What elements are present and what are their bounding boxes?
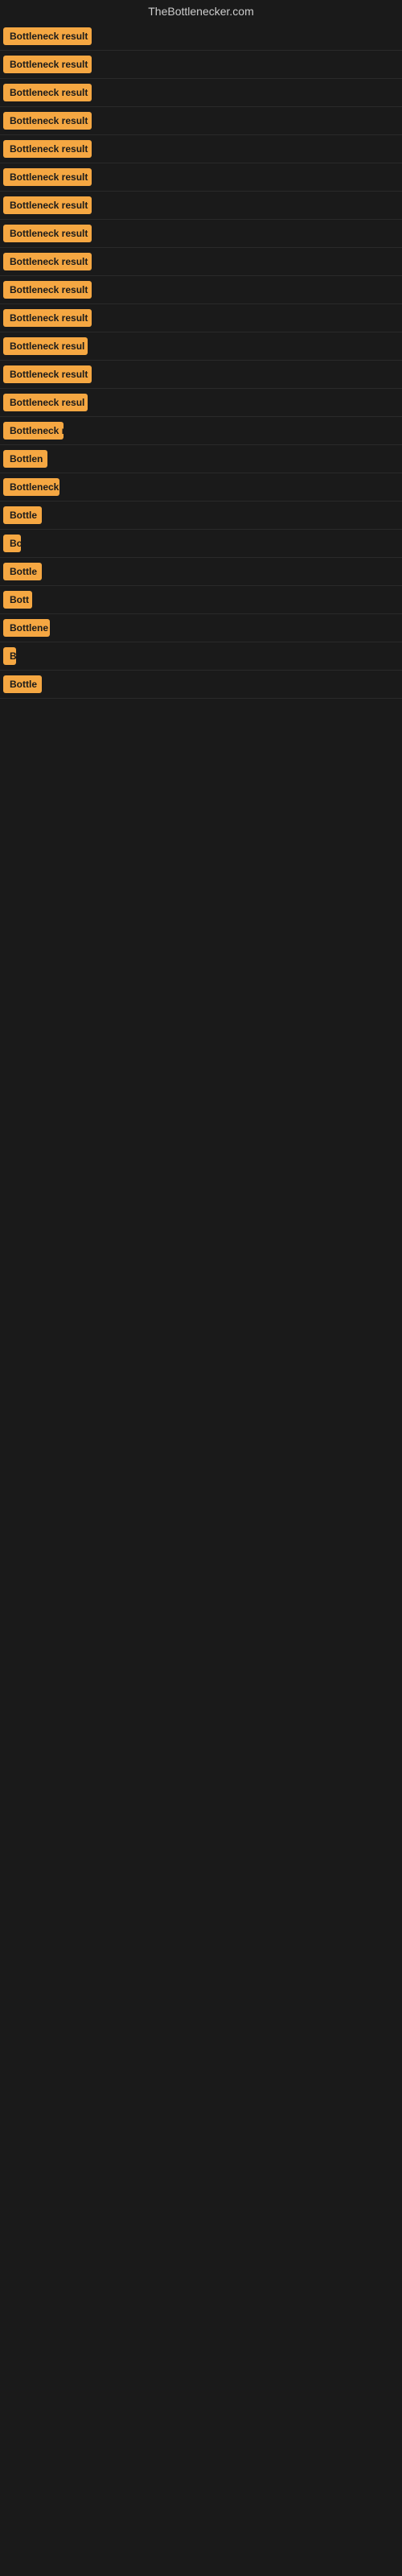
- list-item: Bottle: [0, 558, 402, 586]
- bottleneck-result-badge[interactable]: Bo: [3, 535, 21, 552]
- bottleneck-result-badge[interactable]: B: [3, 647, 16, 665]
- list-item: Bottleneck result: [0, 163, 402, 192]
- list-item: Bottleneck result: [0, 192, 402, 220]
- bottleneck-result-badge[interactable]: Bottle: [3, 506, 42, 524]
- list-item: Bottleneck result: [0, 276, 402, 304]
- site-header: TheBottlenecker.com: [0, 0, 402, 23]
- list-item: B: [0, 642, 402, 671]
- list-item: Bottleneck resul: [0, 389, 402, 417]
- bottleneck-result-badge[interactable]: Bottle: [3, 563, 42, 580]
- list-item: Bottleneck result: [0, 135, 402, 163]
- bottleneck-result-badge[interactable]: Bottle: [3, 675, 42, 693]
- bottleneck-result-badge[interactable]: Bottleneck result: [3, 225, 92, 242]
- bottleneck-result-badge[interactable]: Bott: [3, 591, 32, 609]
- list-item: Bottleneck result: [0, 248, 402, 276]
- bottleneck-result-badge[interactable]: Bottleneck result: [3, 56, 92, 73]
- bottleneck-result-badge[interactable]: Bottleneck result: [3, 309, 92, 327]
- bottleneck-result-badge[interactable]: Bottleneck resul: [3, 394, 88, 411]
- list-item: Bottleneck result: [0, 220, 402, 248]
- site-title: TheBottlenecker.com: [0, 0, 402, 23]
- bottleneck-result-badge[interactable]: Bottleneck: [3, 478, 59, 496]
- bottleneck-result-badge[interactable]: Bottleneck result: [3, 112, 92, 130]
- list-item: Bottleneck result: [0, 23, 402, 51]
- bottleneck-result-badge[interactable]: Bottleneck result: [3, 140, 92, 158]
- bottleneck-result-badge[interactable]: Bottlene: [3, 619, 50, 637]
- list-item: Bottle: [0, 502, 402, 530]
- bottleneck-result-badge[interactable]: Bottleneck result: [3, 281, 92, 299]
- bottleneck-result-badge[interactable]: Bottleneck result: [3, 253, 92, 270]
- bottleneck-result-badge[interactable]: Bottleneck result: [3, 365, 92, 383]
- list-item: Bottleneck result: [0, 304, 402, 332]
- bottleneck-result-badge[interactable]: Bottlen: [3, 450, 47, 468]
- results-list: Bottleneck result Bottleneck result Bottle…: [0, 23, 402, 699]
- bottleneck-result-badge[interactable]: Bottleneck r: [3, 422, 64, 440]
- list-item: Bottlene: [0, 614, 402, 642]
- bottleneck-result-badge[interactable]: Bottleneck result: [3, 84, 92, 101]
- list-item: Bottleneck result: [0, 107, 402, 135]
- list-item: Bottleneck r: [0, 417, 402, 445]
- bottleneck-result-badge[interactable]: Bottleneck result: [3, 27, 92, 45]
- list-item: Bottleneck: [0, 473, 402, 502]
- bottleneck-result-badge[interactable]: Bottleneck result: [3, 196, 92, 214]
- list-item: Bottleneck result: [0, 79, 402, 107]
- list-item: Bottleneck result: [0, 361, 402, 389]
- bottleneck-result-badge[interactable]: Bottleneck resul: [3, 337, 88, 355]
- list-item: Bottleneck resul: [0, 332, 402, 361]
- list-item: Bottleneck result: [0, 51, 402, 79]
- list-item: Bott: [0, 586, 402, 614]
- list-item: Bottle: [0, 671, 402, 699]
- list-item: Bo: [0, 530, 402, 558]
- list-item: Bottlen: [0, 445, 402, 473]
- bottleneck-result-badge[interactable]: Bottleneck result: [3, 168, 92, 186]
